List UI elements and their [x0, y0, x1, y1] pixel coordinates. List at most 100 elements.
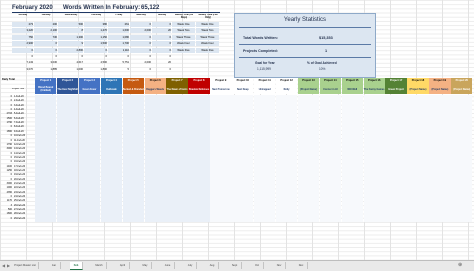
project-name[interactable]: Next Tomorrow	[210, 84, 232, 94]
weekly-cell: 0	[149, 67, 151, 71]
weekly-cell: 0	[81, 55, 83, 58]
sheet-tab[interactable]: Nov	[273, 262, 286, 269]
goal-value: 1,115,999	[257, 67, 271, 71]
project-name[interactable]: Will Well	[341, 84, 363, 94]
weekly-cell: Week Five	[196, 47, 219, 53]
weekly-cell: 0	[130, 22, 151, 27]
sheet-tab[interactable]: Dec	[295, 262, 308, 269]
weekly-cell: 0	[34, 41, 57, 47]
project-column	[122, 95, 144, 222]
projects-completed-value: 1	[325, 49, 328, 53]
project-name[interactable]: Shadow Defenses	[188, 84, 210, 94]
project-column	[56, 95, 79, 222]
weekly-cell: 750	[12, 34, 33, 40]
daily-total-label: Daily Total	[2, 78, 15, 81]
weekly-cell: Week Four	[172, 41, 195, 47]
words-value: 65,122	[141, 5, 160, 11]
weekly-col-header: Weekly Total (Fab Only)	[198, 14, 218, 19]
sheet-tab-bar: ◀ ▶ Project Master List Jan Feb March April M…	[0, 260, 474, 271]
project-column	[254, 95, 276, 222]
weekly-cell: 0	[130, 34, 151, 40]
weekly-col-header: Sunday	[157, 14, 167, 16]
weekly-cell: 2,000	[144, 61, 152, 65]
stats-divider	[239, 44, 371, 45]
weekly-cell: 1,500	[84, 41, 107, 47]
project-name[interactable]: (Project Name)	[297, 84, 320, 94]
daily-table: Daily Total Project Title Project 1 Blood B…	[0, 78, 474, 260]
project-column	[188, 95, 210, 222]
weekly-cell: Week Two	[172, 28, 195, 34]
weekly-cell: 0	[149, 55, 151, 58]
weekly-cell: 3,030	[50, 61, 58, 65]
weekly-cell	[196, 60, 219, 65]
weekly-cell	[172, 60, 195, 65]
project-column	[429, 95, 451, 222]
weekly-cell: 4,617	[76, 61, 84, 65]
sheet-tab[interactable]: July	[184, 262, 197, 269]
weekly-cell: 1,080	[108, 34, 129, 40]
project-column	[451, 95, 473, 222]
sheet-tab[interactable]: Oct	[251, 262, 264, 269]
project-name[interactable]: (Project Name)	[407, 84, 429, 94]
sheet-tab[interactable]: Jan	[48, 262, 61, 269]
weekly-cell: 3,220	[12, 28, 33, 34]
weekly-cell: 730	[34, 34, 57, 40]
sheet-tab[interactable]: Aug	[206, 262, 219, 269]
sheet-tab[interactable]: March	[92, 262, 107, 269]
weekly-col-header: Wednesday	[64, 14, 78, 16]
sheet-tab[interactable]: April	[116, 262, 130, 269]
sheet-tab[interactable]: Sept	[228, 262, 242, 269]
project-title-label: Project Title	[12, 88, 24, 90]
project-column	[297, 95, 320, 222]
project-name[interactable]: The Fanny Games	[363, 84, 385, 94]
project-name[interactable]: (Project Name)	[429, 84, 451, 94]
project-column	[78, 95, 101, 222]
weekly-cell: Week One	[172, 22, 195, 27]
weekly-cell: 500	[58, 22, 83, 27]
sheet-tab[interactable]: Feb	[70, 262, 83, 270]
weekly-cell: 0	[152, 22, 171, 27]
weekly-col-header: Thursday	[90, 14, 102, 16]
weekly-cell: 5,751	[122, 61, 130, 65]
project-name[interactable]: The Ever Nightfall	[56, 84, 79, 94]
words-label: Words Written In February:	[63, 5, 141, 11]
project-name[interactable]: Green Project	[385, 84, 407, 94]
weekly-cell: Week Five	[172, 47, 195, 53]
project-name[interactable]: (Project Name)	[451, 84, 473, 94]
project-name[interactable]: The Dawn of Heirs	[166, 84, 188, 94]
project-name[interactable]: Relty	[275, 84, 298, 94]
project-name[interactable]: Next Deep	[232, 84, 254, 94]
date-cell: 29-Feb-20	[14, 216, 26, 220]
project-column	[232, 95, 254, 222]
project-name[interactable]: Bunted & Branded	[122, 84, 144, 94]
sheet-tab[interactable]: Project Master List	[12, 262, 39, 269]
tab-scroll-right-icon[interactable]: ▶	[7, 263, 10, 268]
weekly-cell	[172, 54, 195, 59]
project-name[interactable]: Daggers Weeds	[144, 84, 166, 94]
weekly-cell: 1,000	[76, 67, 84, 71]
sheet-tab[interactable]: May	[139, 262, 152, 269]
project-column	[275, 95, 298, 222]
project-column	[144, 95, 166, 222]
projects-completed-label: Projects Completed:	[243, 49, 278, 53]
add-sheet-icon[interactable]: ⊕	[458, 262, 462, 268]
weekly-cell: 20	[152, 28, 171, 34]
achieved-value: 10%	[319, 67, 326, 71]
weekly-cell: 1,700	[108, 41, 129, 47]
weekly-cell: 1,885	[50, 67, 58, 71]
project-name[interactable]: Outbreak	[100, 84, 123, 94]
weekly-cell: 0	[152, 34, 171, 40]
weekly-cell: 1,470	[84, 28, 107, 34]
project-name[interactable]: Connor in HI	[319, 84, 342, 94]
tab-scroll-left-icon[interactable]: ◀	[2, 263, 5, 268]
project-name[interactable]: Green Fever	[78, 84, 101, 94]
weekly-cell: 0	[130, 41, 151, 47]
stats-divider	[239, 57, 371, 58]
weekly-col-header: Friday	[115, 14, 123, 16]
sheet-tab[interactable]: June	[161, 262, 175, 269]
project-name[interactable]: Untrapped	[254, 84, 276, 94]
weekly-cell: 0	[84, 47, 107, 53]
weekly-cell: 4,500	[100, 61, 108, 65]
weekly-cell: 0	[152, 47, 171, 53]
project-name[interactable]: Blood Bound (Untitled)	[35, 84, 57, 94]
